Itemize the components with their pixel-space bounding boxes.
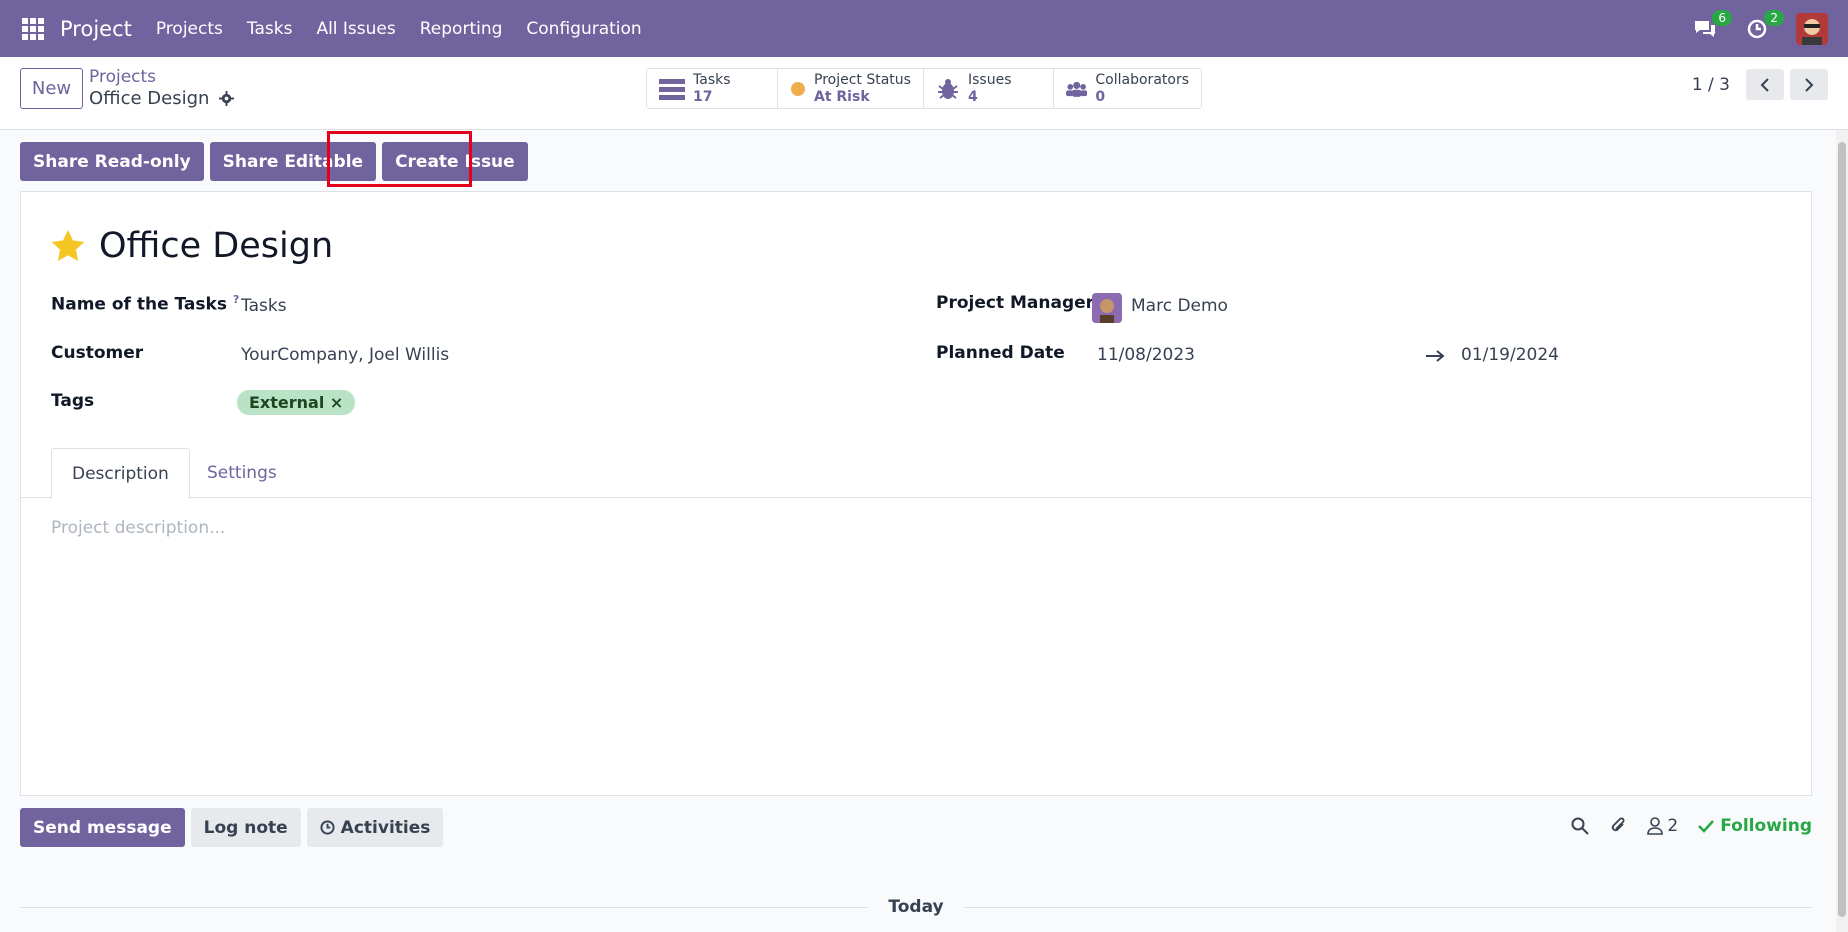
chatter-actions: Send message Log note Activities [20,808,444,847]
tag-remove-icon[interactable]: × [330,393,343,412]
star-icon[interactable] [51,230,85,262]
stat-project-status[interactable]: Project Status At Risk [778,69,924,108]
pager-value[interactable]: 1 / 3 [1692,75,1730,95]
menu-tasks[interactable]: Tasks [235,19,305,39]
chevron-right-icon [1805,77,1814,92]
share-readonly-button[interactable]: Share Read-only [20,142,204,181]
search-icon[interactable] [1571,817,1590,835]
name-of-tasks-text: Name of the Tasks [51,294,227,315]
arrow-right-icon [1426,350,1445,362]
messages-badge: 6 [1712,9,1732,26]
project-manager-field[interactable]: Marc Demo [1131,296,1228,316]
tasks-icon [659,78,685,100]
breadcrumb-projects[interactable]: Projects [89,67,156,87]
help-icon[interactable]: ? [233,293,239,306]
separator-line-left [20,906,869,908]
customer-label: Customer [51,343,144,363]
app-brand[interactable]: Project [60,17,132,41]
scrollbar-thumb[interactable] [1838,142,1846,917]
stat-tasks-value: 17 [693,88,713,105]
menu-projects[interactable]: Projects [144,19,235,39]
breadcrumb-current: Office Design [89,88,235,109]
customer-field[interactable]: YourCompany, Joel Willis [241,345,449,365]
today-separator: Today [20,897,1812,917]
log-note-button[interactable]: Log note [190,808,301,847]
activities-badge: 2 [1764,9,1784,26]
name-of-tasks-label: Name of the Tasks ? [51,293,239,315]
stat-status-label: Project Status [814,71,911,88]
bug-icon [938,78,958,99]
project-manager-label: Project Manager [936,293,1095,313]
stat-issues[interactable]: Issues 4 [924,69,1054,108]
followers-count: 2 [1667,816,1679,836]
pager: 1 / 3 [1692,69,1828,100]
stat-collaborators-label: Collaborators [1095,71,1189,88]
page-scrollbar[interactable] [1836,130,1848,932]
messages-icon[interactable]: 6 [1692,9,1732,42]
apps-grid-icon[interactable] [22,17,44,40]
name-of-tasks-field[interactable]: Tasks [241,296,287,316]
activities-label: Activities [340,817,431,838]
form-sheet: Office Design Name of the Tasks ? Tasks … [20,191,1812,796]
gear-icon[interactable] [219,91,235,106]
new-button[interactable]: New [20,68,83,109]
menu-reporting[interactable]: Reporting [408,19,515,39]
notebook-tabs: Description Settings [21,448,1811,499]
followers-button[interactable]: 2 [1647,816,1678,836]
paperclip-icon[interactable] [1609,816,1627,836]
description-editor[interactable]: Project description... [51,518,225,538]
project-title[interactable]: Office Design [99,226,333,266]
pager-previous-button[interactable] [1746,69,1784,100]
title-row: Office Design [51,226,333,266]
activities-clock-icon[interactable]: 2 [1744,9,1784,42]
send-message-button[interactable]: Send message [20,808,185,847]
breadcrumb-current-label: Office Design [89,88,210,109]
tags-label: Tags [51,391,95,411]
tag-label: External [249,393,325,412]
clock-icon [320,820,335,835]
menu-all-issues[interactable]: All Issues [304,19,407,39]
status-dot-icon [791,81,805,96]
separator-line-right [963,906,1812,908]
tab-description[interactable]: Description [51,448,190,499]
stat-tasks[interactable]: Tasks 17 [647,69,778,108]
user-icon [1647,817,1664,835]
manager-avatar [1092,293,1122,323]
today-label: Today [888,897,944,917]
stat-collaborators[interactable]: Collaborators 0 [1054,69,1201,108]
check-icon [1698,820,1715,833]
tag-external[interactable]: External × [237,390,356,415]
menu-configuration[interactable]: Configuration [514,19,653,39]
date-start-field[interactable]: 11/08/2023 [1097,345,1195,365]
stat-collaborators-value: 0 [1095,88,1106,105]
pager-next-button[interactable] [1790,69,1828,100]
smart-buttons: Tasks 17 Project Status At Risk Issues 4… [646,68,1202,109]
top-navbar: Project Projects Tasks All Issues Report… [0,0,1848,57]
planned-date-label: Planned Date [936,343,1065,363]
chevron-left-icon [1760,77,1769,92]
following-button[interactable]: Following [1698,816,1812,836]
control-panel: New Projects Office Design Tasks 17 Proj… [0,57,1848,130]
stat-issues-value: 4 [968,88,978,105]
stat-tasks-label: Tasks [693,71,731,88]
tab-settings[interactable]: Settings [187,448,297,498]
chatter-topbar-right: 2 Following [1571,816,1812,836]
date-end-field[interactable]: 01/19/2024 [1461,345,1559,365]
following-label: Following [1720,816,1812,836]
users-icon [1066,81,1088,97]
user-avatar[interactable] [1796,12,1828,45]
highlight-box [327,131,472,187]
stat-issues-label: Issues [968,71,1012,88]
stat-status-value: At Risk [814,88,870,105]
activities-button[interactable]: Activities [306,808,444,847]
